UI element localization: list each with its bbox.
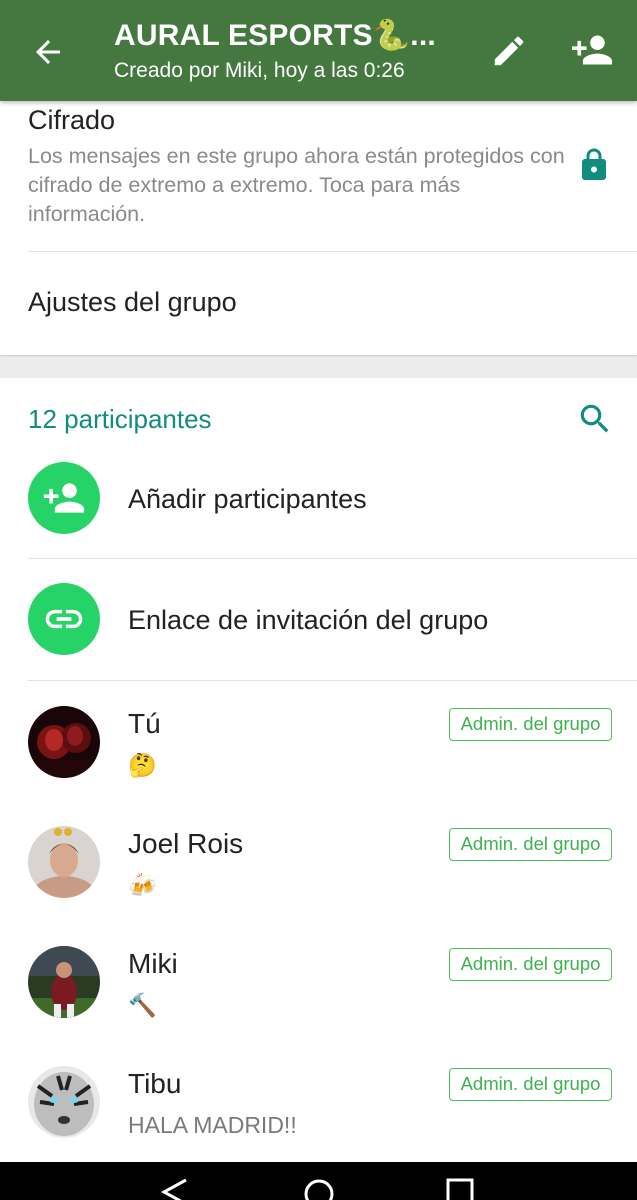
avatar [28, 826, 100, 898]
participant-status: 🔨 [128, 992, 157, 1018]
admin-badge: Admin. del grupo [449, 708, 612, 741]
invite-link-avatar [28, 583, 100, 655]
add-participants-label: Añadir participantes [128, 484, 367, 514]
participant-name: Joel Rois [128, 828, 244, 859]
add-person-icon [43, 483, 85, 513]
participant-status: 🍻 [128, 872, 157, 898]
link-icon [45, 609, 83, 629]
participant-status: 🤔 [128, 752, 157, 778]
encryption-title: Cifrado [28, 105, 116, 135]
add-participants-row[interactable]: Añadir participantes [0, 462, 637, 558]
encryption-section[interactable]: Cifrado Los mensajes en este grupo ahora… [28, 105, 568, 229]
participant-name: Tú [128, 708, 161, 739]
admin-badge: Admin. del grupo [449, 828, 612, 861]
participants-count: 12 participantes [28, 404, 212, 434]
nav-home-icon[interactable] [303, 1178, 335, 1200]
group-subtitle: Creado por Miki, hoy a las 0:26 [114, 59, 405, 82]
divider [28, 558, 637, 559]
participant-row[interactable]: Tú 🤔 Admin. del grupo [0, 706, 637, 826]
group-title: AURAL ESPORTS🐍... [114, 19, 436, 52]
group-info-card: Cifrado Los mensajes en este grupo ahora… [0, 101, 637, 355]
encryption-description: Los mensajes en este grupo ahora están p… [28, 144, 565, 226]
group-settings-item[interactable]: Ajustes del grupo [28, 287, 237, 318]
participant-name: Tibu [128, 1068, 182, 1099]
divider [28, 251, 637, 252]
admin-badge: Admin. del grupo [449, 1068, 612, 1101]
edit-pencil-icon[interactable] [490, 32, 528, 70]
divider [28, 680, 637, 681]
add-person-icon[interactable] [570, 30, 614, 70]
participant-status: HALA MADRID!! [128, 1112, 297, 1138]
back-arrow-icon[interactable] [30, 34, 66, 70]
lock-icon [582, 148, 606, 180]
group-title-area[interactable]: AURAL ESPORTS🐍... Creado por Miki, hoy a… [114, 18, 474, 83]
participant-row[interactable]: Joel Rois 🍻 Admin. del grupo [0, 826, 637, 946]
nav-back-icon[interactable] [160, 1178, 190, 1200]
add-participants-avatar [28, 462, 100, 534]
invite-link-label: Enlace de invitación del grupo [128, 605, 489, 635]
nav-recents-icon[interactable] [446, 1178, 474, 1200]
avatar [28, 706, 100, 778]
avatar [28, 946, 100, 1018]
avatar [28, 1066, 100, 1138]
admin-badge: Admin. del grupo [449, 948, 612, 981]
participants-card: 12 participantes Añadir participantes En… [0, 378, 637, 1162]
participant-name: Miki [128, 948, 178, 979]
invite-link-row[interactable]: Enlace de invitación del grupo [0, 583, 637, 679]
participant-row[interactable]: Miki 🔨 Admin. del grupo [0, 946, 637, 1066]
search-icon[interactable] [576, 400, 614, 438]
app-bar: AURAL ESPORTS🐍... Creado por Miki, hoy a… [0, 0, 637, 101]
system-navigation-bar [0, 1162, 637, 1200]
